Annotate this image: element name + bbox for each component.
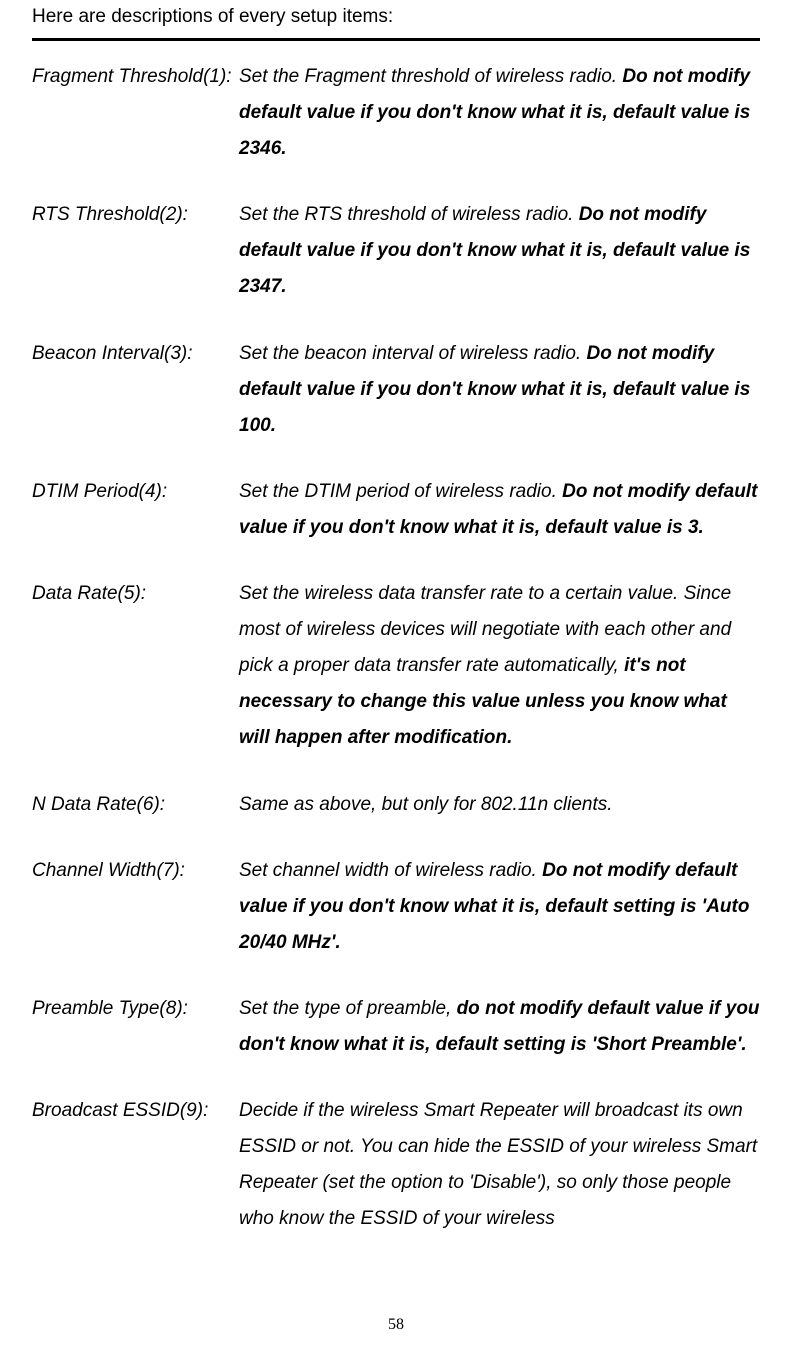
intro-text: Here are descriptions of every setup ite… [32,6,760,28]
definition-description: Set the beacon interval of wireless radi… [239,336,760,444]
text: Set channel width of wireless radio. [239,860,542,881]
definition-description: Set the DTIM period of wireless radio. D… [239,474,760,546]
definition-row: Broadcast ESSID(9):Decide if the wireles… [32,1093,760,1237]
definition-description: Decide if the wireless Smart Repeater wi… [239,1093,760,1237]
text: Set the RTS threshold of wireless radio. [239,204,579,225]
definition-term: Preamble Type(8): [32,991,239,1027]
definition-term: Broadcast ESSID(9): [32,1093,239,1129]
definition-term: N Data Rate(6): [32,787,239,823]
definition-row: RTS Threshold(2):Set the RTS threshold o… [32,197,760,305]
definition-row: Fragment Threshold(1):Set the Fragment t… [32,59,760,167]
text: Set the Fragment threshold of wireless r… [239,66,622,87]
definition-description: Set the Fragment threshold of wireless r… [239,59,760,167]
definition-description: Set the type of preamble, do not modify … [239,991,760,1063]
document-page: Here are descriptions of every setup ite… [0,0,792,1358]
divider [32,38,760,41]
definition-term: Channel Width(7): [32,853,239,889]
definition-term: Fragment Threshold(1): [32,59,239,95]
definition-term: Data Rate(5): [32,576,239,612]
definition-term: RTS Threshold(2): [32,197,239,233]
definition-description: Same as above, but only for 802.11n clie… [239,787,760,823]
definition-row: N Data Rate(6):Same as above, but only f… [32,787,760,823]
text: Same as above, but only for 802.11n clie… [239,794,613,815]
page-number: 58 [0,1316,792,1334]
definition-list: Fragment Threshold(1):Set the Fragment t… [32,59,760,1237]
definition-description: Set the RTS threshold of wireless radio.… [239,197,760,305]
definition-row: Data Rate(5):Set the wireless data trans… [32,576,760,756]
definition-description: Set channel width of wireless radio. Do … [239,853,760,961]
text: Decide if the wireless Smart Repeater wi… [239,1100,757,1229]
definition-row: Preamble Type(8):Set the type of preambl… [32,991,760,1063]
text: Set the beacon interval of wireless radi… [239,343,586,364]
definition-description: Set the wireless data transfer rate to a… [239,576,760,756]
text: Set the DTIM period of wireless radio. [239,481,562,502]
text: Set the type of preamble, [239,998,457,1019]
definition-row: DTIM Period(4):Set the DTIM period of wi… [32,474,760,546]
definition-term: Beacon Interval(3): [32,336,239,372]
definition-term: DTIM Period(4): [32,474,239,510]
definition-row: Beacon Interval(3):Set the beacon interv… [32,336,760,444]
definition-row: Channel Width(7):Set channel width of wi… [32,853,760,961]
